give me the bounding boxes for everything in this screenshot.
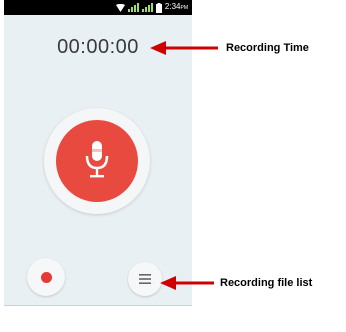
signal-icon <box>127 3 139 12</box>
list-icon <box>139 272 151 287</box>
record-dot-icon <box>40 271 52 283</box>
signal-icon <box>141 3 153 12</box>
status-bar: 2:34PM <box>4 0 192 15</box>
status-time: 2:34PM <box>164 2 188 11</box>
record-mic-button[interactable] <box>56 120 138 202</box>
microphone-icon <box>84 140 110 183</box>
battery-icon <box>155 2 162 13</box>
recording-list-button[interactable] <box>128 262 162 296</box>
wifi-icon <box>115 3 125 12</box>
arrow-recording-file-list <box>160 276 214 290</box>
arrow-recording-time <box>150 41 218 55</box>
label-recording-time: Recording Time <box>226 42 309 54</box>
label-recording-file-list: Recording file list <box>220 277 313 289</box>
record-button[interactable] <box>27 258 65 296</box>
